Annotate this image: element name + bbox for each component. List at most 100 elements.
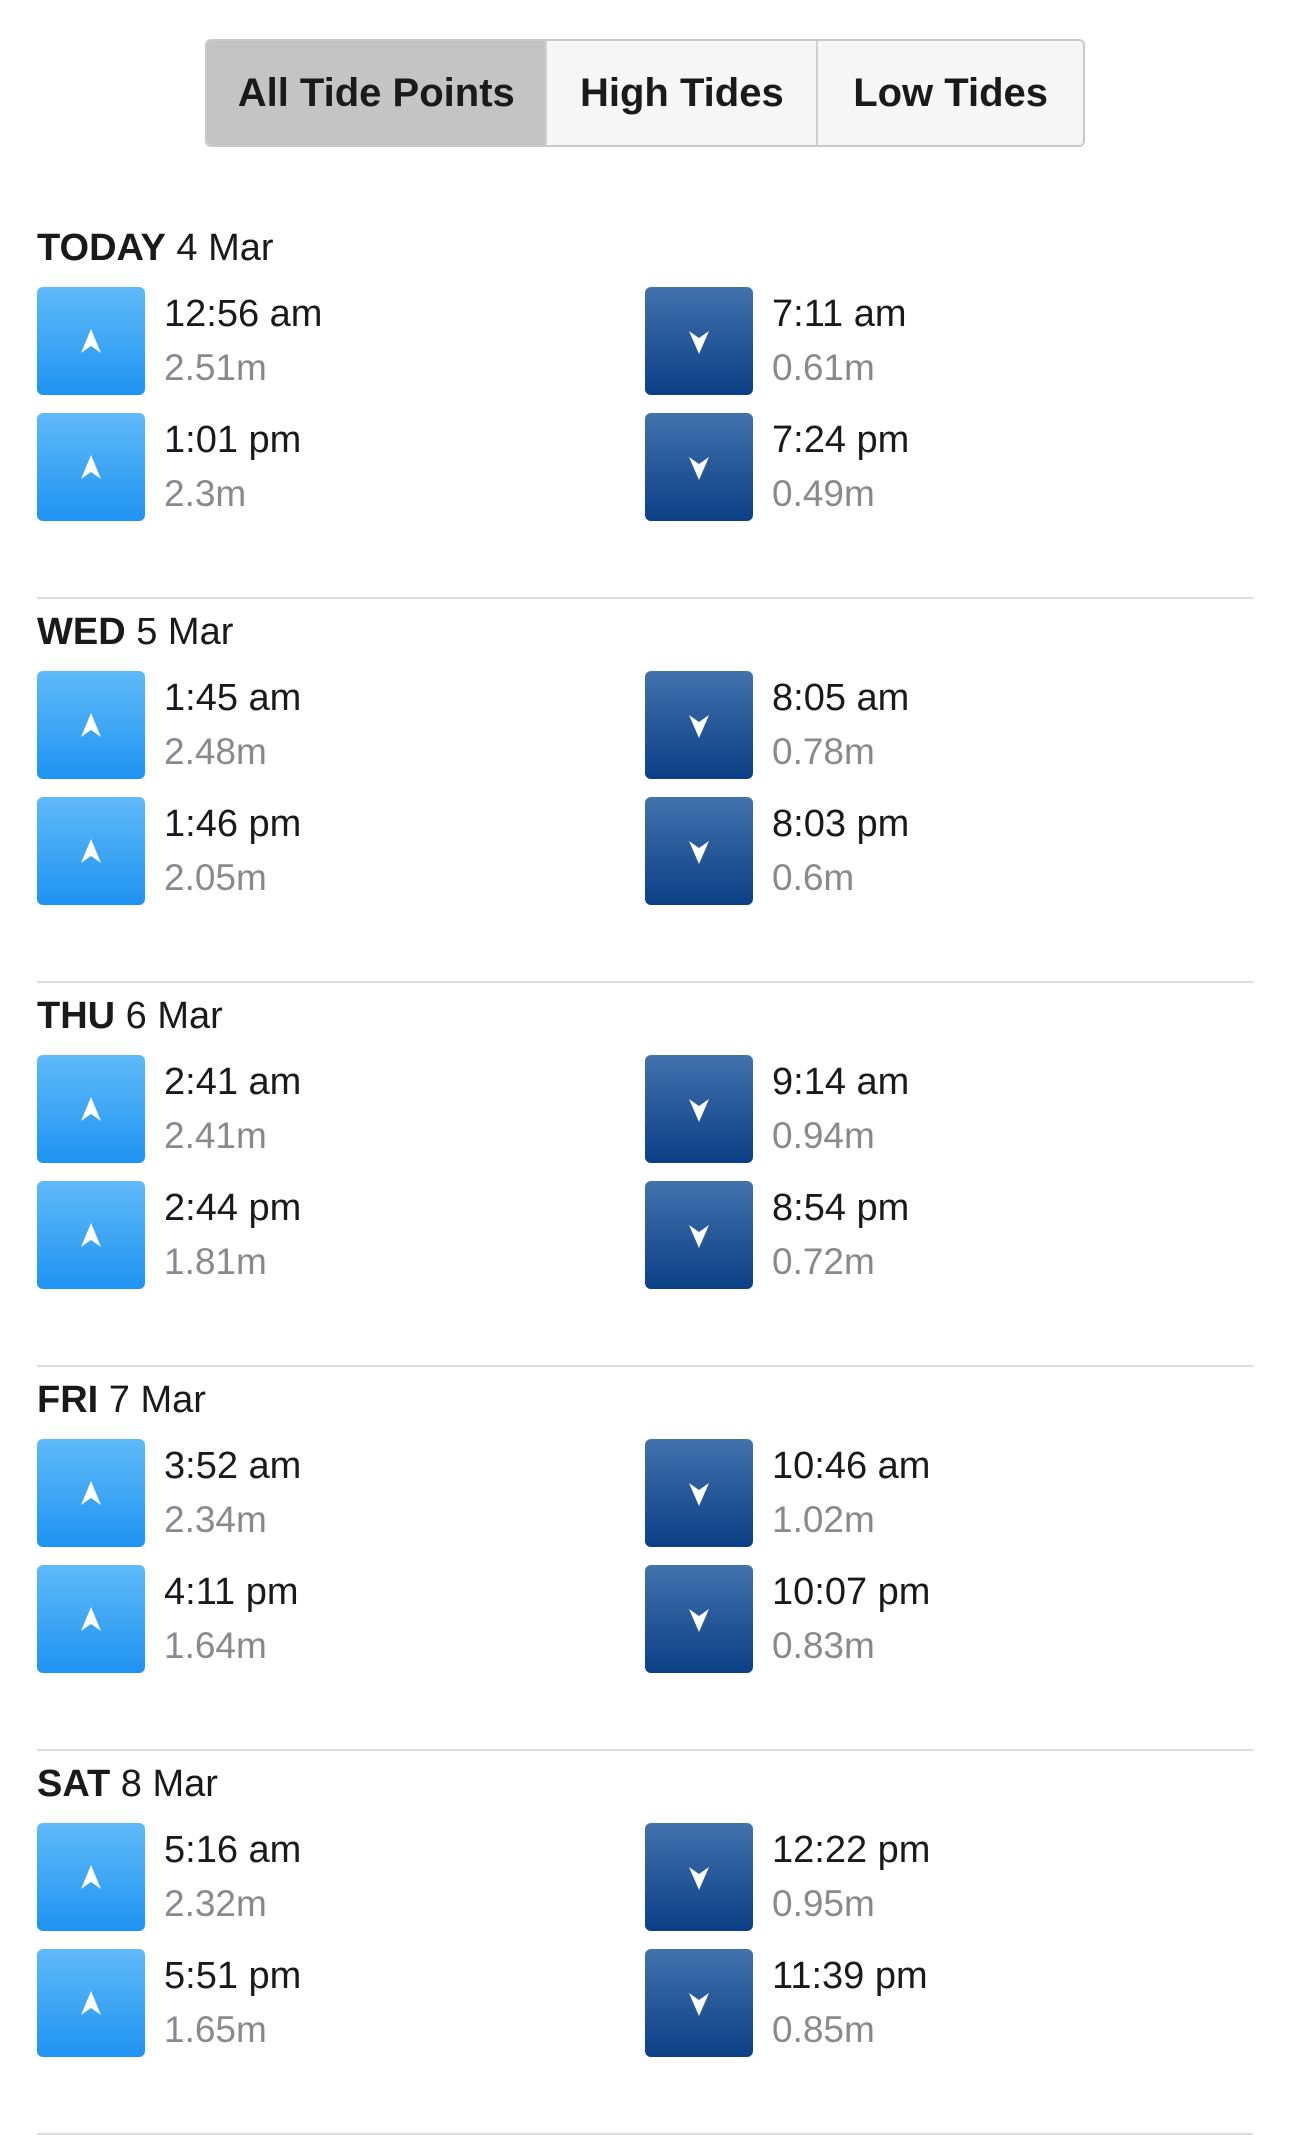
high-tide-entry: 5:51 pm 1.65m <box>37 1949 597 2057</box>
arrow-up-icon <box>37 1949 145 2057</box>
tide-time: 1:46 pm <box>164 803 302 845</box>
tide-height: 2.05m <box>164 857 267 898</box>
tide-time: 8:05 am <box>772 677 910 719</box>
tide-height: 0.78m <box>772 731 875 772</box>
tide-height: 0.85m <box>772 2009 875 2050</box>
day-heading: SAT 8 Mar <box>37 1763 218 1806</box>
arrow-down-icon <box>645 1055 753 1163</box>
day-date: 4 Mar <box>176 227 274 269</box>
low-tide-entry: 12:22 pm 0.95m <box>645 1823 1205 1931</box>
tide-height: 2.34m <box>164 1499 267 1540</box>
arrow-down-icon <box>645 413 753 521</box>
day-date: 6 Mar <box>125 995 223 1037</box>
tide-height: 1.02m <box>772 1499 875 1540</box>
tide-time: 10:46 am <box>772 1445 931 1487</box>
tide-day-list: TODAY 4 Mar 12:56 am 2.51m 7:11 am 0.61m 1:01… <box>37 215 1253 2135</box>
high-tide-entry: 5:16 am 2.32m <box>37 1823 597 1931</box>
high-tide-entry: 4:11 pm 1.64m <box>37 1565 597 1673</box>
day-section: WED 5 Mar 1:45 am 2.48m 8:05 am 0.78m 1:46 pm… <box>37 599 1253 983</box>
arrow-up-icon <box>37 1823 145 1931</box>
low-tide-entry: 10:07 pm 0.83m <box>645 1565 1205 1673</box>
tide-time: 1:45 am <box>164 677 302 719</box>
high-tide-entry: 1:01 pm 2.3m <box>37 413 597 521</box>
tide-height: 0.61m <box>772 347 875 388</box>
tide-height: 1.81m <box>164 1241 267 1282</box>
tide-height: 2.41m <box>164 1115 267 1156</box>
tide-height: 1.65m <box>164 2009 267 2050</box>
day-section: TODAY 4 Mar 12:56 am 2.51m 7:11 am 0.61m 1:01… <box>37 215 1253 599</box>
tide-time: 12:56 am <box>164 293 323 335</box>
day-heading: THU 6 Mar <box>37 995 223 1038</box>
low-tide-entry: 8:03 pm 0.6m <box>645 797 1205 905</box>
tide-height: 0.94m <box>772 1115 875 1156</box>
day-heading: FRI 7 Mar <box>37 1379 206 1422</box>
arrow-down-icon <box>645 1439 753 1547</box>
tide-height: 0.6m <box>772 857 855 898</box>
tide-filter-segmented-control: All Tide Points High Tides Low Tides <box>205 39 1085 147</box>
tab-low-tides[interactable]: Low Tides <box>818 41 1083 145</box>
tide-time: 7:24 pm <box>772 419 910 461</box>
tide-time: 1:01 pm <box>164 419 302 461</box>
day-section: FRI 7 Mar 3:52 am 2.34m 10:46 am 1.02m 4:11 p… <box>37 1367 1253 1751</box>
tide-time: 5:16 am <box>164 1829 302 1871</box>
high-tide-entry: 1:45 am 2.48m <box>37 671 597 779</box>
low-tide-entry: 10:46 am 1.02m <box>645 1439 1205 1547</box>
low-tide-entry: 8:54 pm 0.72m <box>645 1181 1205 1289</box>
low-tide-entry: 9:14 am 0.94m <box>645 1055 1205 1163</box>
arrow-up-icon <box>37 1439 145 1547</box>
arrow-up-icon <box>37 671 145 779</box>
arrow-up-icon <box>37 287 145 395</box>
arrow-down-icon <box>645 671 753 779</box>
day-label: FRI <box>37 1379 99 1421</box>
day-section: THU 6 Mar 2:41 am 2.41m 9:14 am 0.94m 2:44 pm… <box>37 983 1253 1367</box>
high-tide-entry: 3:52 am 2.34m <box>37 1439 597 1547</box>
tab-high-tides[interactable]: High Tides <box>547 41 819 145</box>
tide-time: 2:44 pm <box>164 1187 302 1229</box>
tide-time: 10:07 pm <box>772 1571 931 1613</box>
day-date: 8 Mar <box>120 1763 218 1805</box>
tide-height: 2.51m <box>164 347 267 388</box>
tide-height: 2.32m <box>164 1883 267 1924</box>
arrow-up-icon <box>37 1181 145 1289</box>
tide-time: 8:03 pm <box>772 803 910 845</box>
day-heading: TODAY 4 Mar <box>37 227 274 270</box>
low-tide-entry: 8:05 am 0.78m <box>645 671 1205 779</box>
day-label: SAT <box>37 1763 111 1805</box>
tide-time: 12:22 pm <box>772 1829 931 1871</box>
tide-height: 1.64m <box>164 1625 267 1666</box>
day-section: SAT 8 Mar 5:16 am 2.32m 12:22 pm 0.95m 5:51 p… <box>37 1751 1253 2135</box>
high-tide-entry: 2:44 pm 1.81m <box>37 1181 597 1289</box>
arrow-down-icon <box>645 1565 753 1673</box>
arrow-down-icon <box>645 1181 753 1289</box>
tide-time: 7:11 am <box>772 293 907 335</box>
day-date: 7 Mar <box>108 1379 206 1421</box>
arrow-down-icon <box>645 287 753 395</box>
day-label: THU <box>37 995 116 1037</box>
tide-height: 0.95m <box>772 1883 875 1924</box>
low-tide-entry: 7:24 pm 0.49m <box>645 413 1205 521</box>
day-date: 5 Mar <box>136 611 234 653</box>
tide-height: 0.49m <box>772 473 875 514</box>
tide-height: 0.72m <box>772 1241 875 1282</box>
high-tide-entry: 2:41 am 2.41m <box>37 1055 597 1163</box>
tide-time: 8:54 pm <box>772 1187 910 1229</box>
arrow-down-icon <box>645 1823 753 1931</box>
tide-time: 2:41 am <box>164 1061 302 1103</box>
arrow-up-icon <box>37 1565 145 1673</box>
day-label: WED <box>37 611 126 653</box>
high-tide-entry: 12:56 am 2.51m <box>37 287 597 395</box>
tide-time: 4:11 pm <box>164 1571 299 1613</box>
low-tide-entry: 7:11 am 0.61m <box>645 287 1205 395</box>
day-heading: WED 5 Mar <box>37 611 233 654</box>
tide-time: 9:14 am <box>772 1061 910 1103</box>
tide-time: 5:51 pm <box>164 1955 302 1997</box>
arrow-down-icon <box>645 797 753 905</box>
tide-height: 2.3m <box>164 473 247 514</box>
arrow-up-icon <box>37 413 145 521</box>
tide-time: 11:39 pm <box>772 1955 928 1997</box>
day-label: TODAY <box>37 227 166 269</box>
tide-time: 3:52 am <box>164 1445 302 1487</box>
arrow-down-icon <box>645 1949 753 2057</box>
tab-all-tide-points[interactable]: All Tide Points <box>207 41 548 145</box>
tide-height: 2.48m <box>164 731 267 772</box>
